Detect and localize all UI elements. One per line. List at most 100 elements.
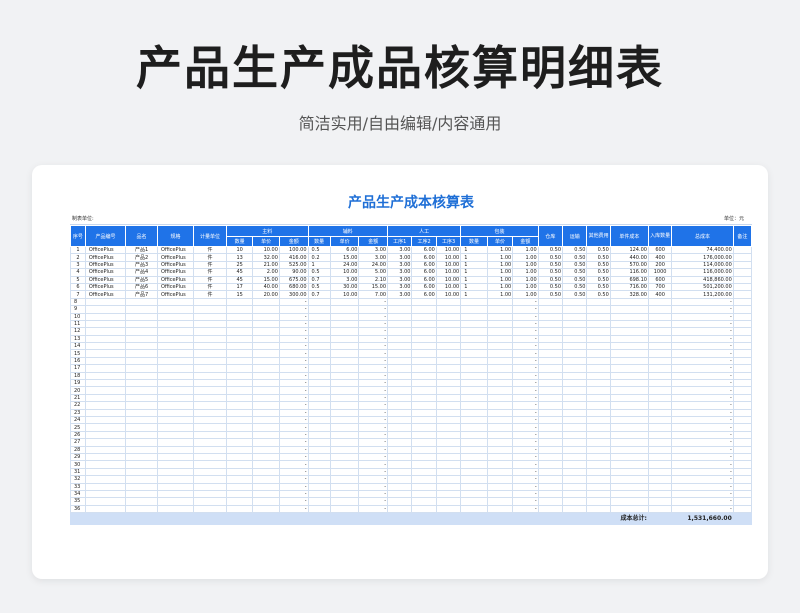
table-cell[interactable] [647, 386, 673, 395]
table-cell[interactable] [486, 297, 514, 307]
table-cell[interactable] [732, 349, 753, 358]
table-cell[interactable] [329, 334, 360, 344]
table-cell[interactable] [486, 430, 514, 440]
table-cell[interactable] [411, 415, 437, 425]
table-cell[interactable] [609, 467, 649, 477]
table-cell[interactable] [225, 467, 254, 477]
table-cell[interactable] [562, 393, 588, 403]
table-cell[interactable] [537, 386, 564, 395]
table-cell[interactable]: 1.00 [486, 290, 514, 299]
table-cell[interactable]: 10 [70, 312, 86, 321]
table-cell[interactable]: 18 [70, 371, 86, 381]
table-cell[interactable]: 1.00 [486, 268, 514, 277]
table-cell[interactable] [586, 356, 611, 366]
table-cell[interactable]: - [671, 334, 734, 344]
table-cell[interactable]: 30.00 [329, 282, 360, 292]
table-cell[interactable] [609, 312, 649, 321]
table-cell[interactable]: 1.00 [512, 253, 539, 262]
table-cell[interactable] [387, 438, 413, 447]
table-cell[interactable] [537, 356, 564, 366]
table-cell[interactable] [307, 482, 331, 491]
table-cell[interactable] [435, 438, 462, 447]
table-cell[interactable] [125, 489, 158, 499]
table-cell[interactable] [193, 342, 227, 351]
table-cell[interactable] [586, 386, 611, 395]
table-cell[interactable]: - [358, 349, 389, 358]
table-cell[interactable]: - [278, 297, 309, 307]
table-cell[interactable]: 6.00 [411, 290, 437, 299]
table-cell[interactable] [411, 430, 437, 440]
table-cell[interactable]: 3.00 [387, 275, 413, 284]
table-cell[interactable] [307, 393, 331, 403]
table-cell[interactable]: 33 [70, 482, 86, 491]
table-cell[interactable] [329, 430, 360, 440]
table-cell[interactable] [609, 452, 649, 462]
table-cell[interactable]: 40.00 [252, 282, 280, 292]
table-cell[interactable] [435, 482, 462, 491]
table-cell[interactable] [435, 342, 462, 351]
table-cell[interactable] [586, 482, 611, 491]
table-cell[interactable] [329, 489, 360, 499]
table-cell[interactable]: 0.50 [586, 275, 611, 284]
table-cell[interactable] [125, 460, 158, 469]
table-cell[interactable]: - [358, 386, 389, 395]
table-cell[interactable]: - [278, 475, 309, 484]
table-cell[interactable] [307, 401, 331, 410]
table-cell[interactable] [486, 467, 514, 477]
table-cell[interactable]: 31 [70, 467, 86, 477]
table-cell[interactable] [732, 253, 753, 262]
table-cell[interactable]: 6.00 [411, 268, 437, 277]
table-cell[interactable] [435, 408, 462, 418]
table-cell[interactable] [609, 297, 649, 307]
table-cell[interactable] [156, 312, 195, 321]
table-cell[interactable] [647, 379, 673, 388]
table-cell[interactable] [732, 415, 753, 425]
table-cell[interactable] [84, 467, 127, 477]
table-cell[interactable] [586, 342, 611, 351]
table-cell[interactable]: - [671, 327, 734, 336]
table-cell[interactable] [562, 305, 588, 314]
table-cell[interactable] [435, 445, 462, 454]
table-cell[interactable] [609, 342, 649, 351]
table-cell[interactable] [252, 497, 280, 506]
table-cell[interactable]: 件 [193, 282, 227, 292]
table-cell[interactable] [460, 386, 488, 395]
table-cell[interactable]: OfficePlus [84, 245, 127, 255]
table-cell[interactable] [307, 430, 331, 440]
table-cell[interactable]: - [278, 467, 309, 477]
table-cell[interactable] [225, 489, 254, 499]
table-cell[interactable] [225, 482, 254, 491]
table-cell[interactable]: 114,000.00 [671, 260, 734, 270]
table-cell[interactable] [609, 393, 649, 403]
table-cell[interactable]: 1.00 [512, 245, 539, 255]
table-cell[interactable] [156, 475, 195, 484]
table-cell[interactable] [732, 445, 753, 454]
table-cell[interactable]: 5 [70, 275, 86, 284]
table-cell[interactable]: 1 [70, 245, 86, 255]
table-cell[interactable] [647, 475, 673, 484]
table-cell[interactable] [329, 452, 360, 462]
table-cell[interactable] [435, 415, 462, 425]
table-cell[interactable]: - [278, 408, 309, 418]
table-cell[interactable] [586, 423, 611, 432]
table-cell[interactable] [329, 460, 360, 469]
table-cell[interactable] [84, 452, 127, 462]
table-cell[interactable]: - [512, 401, 539, 410]
table-cell[interactable]: 0.7 [307, 290, 331, 299]
table-cell[interactable] [125, 319, 158, 329]
table-cell[interactable] [252, 475, 280, 484]
table-cell[interactable]: - [512, 423, 539, 432]
table-cell[interactable]: 0.50 [562, 268, 588, 277]
table-cell[interactable] [307, 349, 331, 358]
table-cell[interactable]: OfficePlus [156, 290, 195, 299]
table-cell[interactable] [329, 349, 360, 358]
table-cell[interactable] [225, 430, 254, 440]
table-cell[interactable]: - [671, 364, 734, 373]
table-cell[interactable] [252, 415, 280, 425]
table-cell[interactable]: - [278, 305, 309, 314]
table-cell[interactable]: 0.50 [586, 245, 611, 255]
table-cell[interactable] [225, 327, 254, 336]
table-cell[interactable] [84, 460, 127, 469]
table-cell[interactable] [435, 475, 462, 484]
table-cell[interactable]: - [278, 356, 309, 366]
